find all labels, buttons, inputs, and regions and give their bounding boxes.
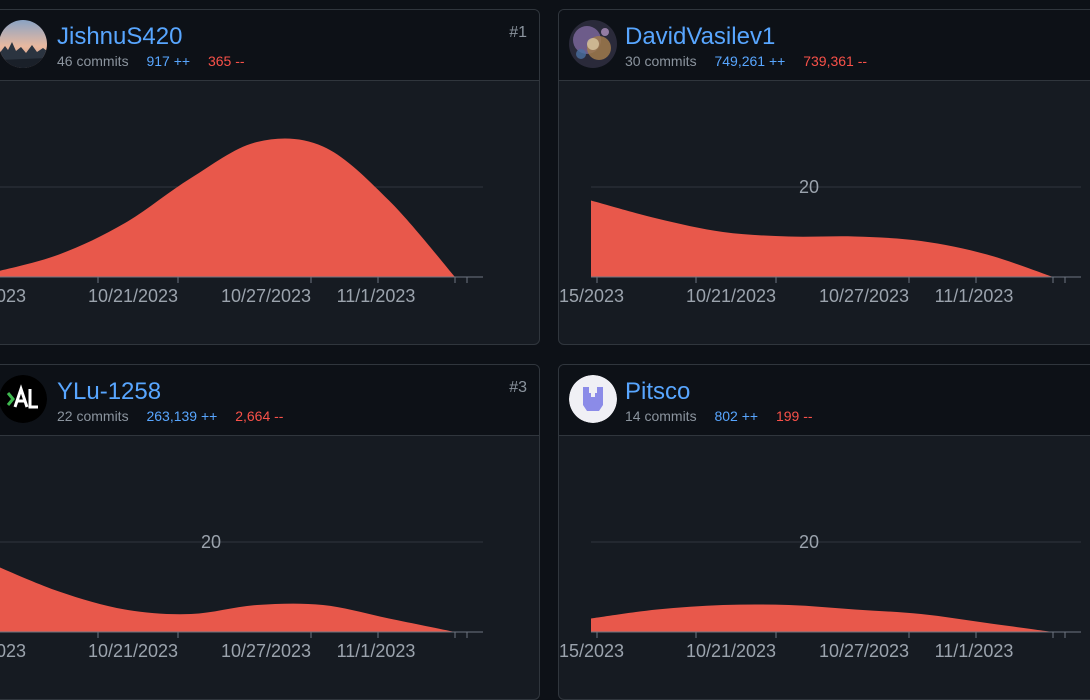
additions-count: 749,261 ++ [714, 53, 786, 69]
x-tick-label: 10/27/2023 [819, 286, 909, 306]
commits-link[interactable]: 30 commits [625, 53, 697, 69]
card-header: Pitsco 14 commits 802 ++ 199 -- #4 [559, 365, 1090, 436]
additions-count: 802 ++ [714, 408, 759, 424]
avatar[interactable] [569, 20, 617, 68]
contributor-card-3: YLu-1258 22 commits 263,139 ++ 2,664 -- … [0, 364, 540, 700]
contributor-card-1: JishnuS420 46 commits 917 ++ 365 -- #1 2… [0, 9, 540, 345]
deletions-count: 199 -- [775, 408, 813, 424]
x-tick-label: 10/21/2023 [88, 641, 178, 661]
x-tick-label: 10/15/2023 [0, 641, 26, 661]
additions-count: 917 ++ [146, 53, 191, 69]
commits-link[interactable]: 46 commits [57, 53, 129, 69]
avatar[interactable] [0, 20, 47, 68]
pixel-avatar-icon [569, 375, 617, 423]
y-tick-label: 20 [201, 532, 221, 552]
contributor-username[interactable]: JishnuS420 [57, 23, 182, 51]
deletions-count: 2,664 -- [235, 408, 284, 424]
y-tick-label: 20 [799, 532, 819, 552]
x-tick-label: 10/21/2023 [686, 286, 776, 306]
contribution-area [591, 604, 1053, 632]
contributor-card-4: Pitsco 14 commits 802 ++ 199 -- #4 20 10/… [558, 364, 1090, 700]
contributor-stats: 22 commits 263,139 ++ 2,664 -- [57, 408, 283, 424]
contributor-stats: 30 commits 749,261 ++ 739,361 -- [625, 53, 867, 69]
additions-count: 263,139 ++ [146, 408, 218, 424]
contributions-chart: 20 10/15/2023 10/21/2023 10/27/2023 11/1/202… [559, 532, 1081, 661]
card-header: DavidVasilev1 30 commits 749,261 ++ 739,… [559, 10, 1090, 81]
contributions-chart: 2010/15/202310/21/202310/27/202311/1/202… [0, 138, 483, 306]
x-tick-label: 10/15/2023 [559, 286, 624, 306]
y-tick-label: 20 [799, 177, 819, 197]
x-tick-label: 11/1/2023 [337, 286, 416, 306]
deletions-count: 739,361 -- [803, 53, 868, 69]
rank-badge: #1 [509, 24, 527, 41]
x-tick-label: 11/1/2023 [337, 641, 416, 661]
al-avatar-icon [0, 375, 47, 423]
contributions-chart: 20 10/15/2023 10/21/2023 10/27/2023 11/1/202… [559, 177, 1081, 306]
contributor-username[interactable]: DavidVasilev1 [625, 23, 775, 51]
card-header: JishnuS420 46 commits 917 ++ 365 -- #1 [0, 10, 539, 81]
contributor-username[interactable]: Pitsco [625, 378, 690, 406]
x-tick-label: 10/27/2023 [221, 286, 311, 306]
x-tick-label: 10/27/2023 [819, 641, 909, 661]
avatar[interactable] [0, 375, 47, 423]
commits-link[interactable]: 22 commits [57, 408, 129, 424]
x-tick-label: 11/1/2023 [935, 641, 1014, 661]
card-header: YLu-1258 22 commits 263,139 ++ 2,664 -- … [0, 365, 539, 436]
galaxy-avatar-icon [569, 20, 617, 68]
landscape-avatar-icon [0, 20, 47, 68]
rank-badge: #3 [509, 379, 527, 396]
contributor-card-2: DavidVasilev1 30 commits 749,261 ++ 739,… [558, 9, 1090, 345]
commits-link[interactable]: 14 commits [625, 408, 697, 424]
contribution-area [591, 200, 1053, 277]
x-tick-label: 10/27/2023 [221, 641, 311, 661]
contributor-username[interactable]: YLu-1258 [57, 378, 161, 406]
x-tick-label: 10/21/2023 [88, 286, 178, 306]
x-tick-label: 10/21/2023 [686, 641, 776, 661]
deletions-count: 365 -- [207, 53, 245, 69]
x-tick-label: 11/1/2023 [935, 286, 1014, 306]
contributions-chart: 20 10/15/2023 10/21/2023 10/27/2023 11/1/202… [0, 532, 483, 661]
contributor-stats: 14 commits 802 ++ 199 -- [625, 408, 813, 424]
x-tick-label: 10/15/2023 [559, 641, 624, 661]
contributor-stats: 46 commits 917 ++ 365 -- [57, 53, 245, 69]
contribution-area [0, 567, 455, 632]
avatar[interactable] [569, 375, 617, 423]
x-tick-label: 10/15/2023 [0, 286, 26, 306]
contribution-area [0, 138, 455, 277]
